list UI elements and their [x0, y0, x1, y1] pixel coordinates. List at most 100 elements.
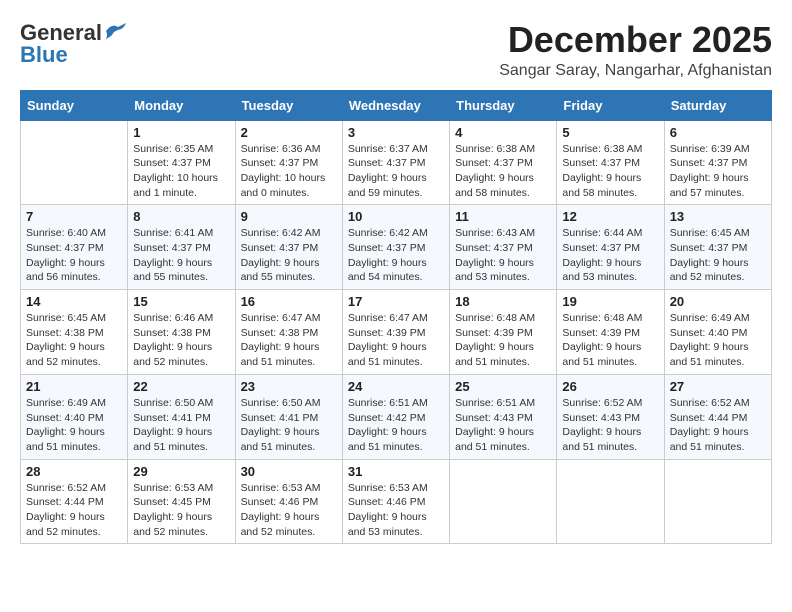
day-info: Sunrise: 6:48 AMSunset: 4:39 PMDaylight:… [562, 311, 658, 370]
day-info: Sunrise: 6:45 AMSunset: 4:37 PMDaylight:… [670, 226, 766, 285]
day-number: 6 [670, 125, 766, 140]
day-number: 19 [562, 294, 658, 309]
day-info: Sunrise: 6:53 AMSunset: 4:46 PMDaylight:… [241, 481, 337, 540]
calendar-cell: 6 Sunrise: 6:39 AMSunset: 4:37 PMDaylight… [664, 120, 771, 205]
day-number: 18 [455, 294, 551, 309]
day-info: Sunrise: 6:38 AMSunset: 4:37 PMDaylight:… [455, 142, 551, 201]
calendar-cell: 26 Sunrise: 6:52 AMSunset: 4:43 PMDayligh… [557, 374, 664, 459]
day-info: Sunrise: 6:42 AMSunset: 4:37 PMDaylight:… [348, 226, 444, 285]
calendar-cell: 20 Sunrise: 6:49 AMSunset: 4:40 PMDayligh… [664, 290, 771, 375]
day-info: Sunrise: 6:51 AMSunset: 4:43 PMDaylight:… [455, 396, 551, 455]
calendar-cell: 28Sunrise: 6:52 AMSunset: 4:44 PMDayligh… [21, 459, 128, 544]
weekday-header-wednesday: Wednesday [342, 90, 449, 120]
calendar-cell [557, 459, 664, 544]
day-info: Sunrise: 6:45 AMSunset: 4:38 PMDaylight:… [26, 311, 122, 370]
calendar-cell: 29 Sunrise: 6:53 AMSunset: 4:45 PMDayligh… [128, 459, 235, 544]
calendar-cell: 7 Sunrise: 6:40 AMSunset: 4:37 PMDaylight… [21, 205, 128, 290]
day-number: 30 [241, 464, 337, 479]
weekday-header-saturday: Saturday [664, 90, 771, 120]
calendar-cell: 27 Sunrise: 6:52 AMSunset: 4:44 PMDayligh… [664, 374, 771, 459]
day-number: 15 [133, 294, 229, 309]
day-info: Sunrise: 6:49 AMSunset: 4:40 PMDaylight:… [26, 396, 122, 455]
calendar-cell: 8 Sunrise: 6:41 AMSunset: 4:37 PMDaylight… [128, 205, 235, 290]
page-header: General Blue December 2025 Sangar Saray,… [20, 20, 772, 80]
day-number: 4 [455, 125, 551, 140]
calendar-week-row: 28Sunrise: 6:52 AMSunset: 4:44 PMDayligh… [21, 459, 772, 544]
day-info: Sunrise: 6:48 AMSunset: 4:39 PMDaylight:… [455, 311, 551, 370]
day-number: 2 [241, 125, 337, 140]
day-info: Sunrise: 6:37 AMSunset: 4:37 PMDaylight:… [348, 142, 444, 201]
day-info: Sunrise: 6:36 AMSunset: 4:37 PMDaylight:… [241, 142, 337, 201]
day-info: Sunrise: 6:52 AMSunset: 4:44 PMDaylight:… [670, 396, 766, 455]
calendar-cell: 11Sunrise: 6:43 AMSunset: 4:37 PMDayligh… [450, 205, 557, 290]
calendar-cell: 1 Sunrise: 6:35 AMSunset: 4:37 PMDaylight… [128, 120, 235, 205]
weekday-header-sunday: Sunday [21, 90, 128, 120]
day-info: Sunrise: 6:47 AMSunset: 4:39 PMDaylight:… [348, 311, 444, 370]
day-info: Sunrise: 6:53 AMSunset: 4:46 PMDaylight:… [348, 481, 444, 540]
day-number: 7 [26, 209, 122, 224]
day-number: 25 [455, 379, 551, 394]
day-info: Sunrise: 6:39 AMSunset: 4:37 PMDaylight:… [670, 142, 766, 201]
weekday-header-friday: Friday [557, 90, 664, 120]
calendar-cell: 21 Sunrise: 6:49 AMSunset: 4:40 PMDayligh… [21, 374, 128, 459]
day-info: Sunrise: 6:46 AMSunset: 4:38 PMDaylight:… [133, 311, 229, 370]
day-number: 13 [670, 209, 766, 224]
day-info: Sunrise: 6:47 AMSunset: 4:38 PMDaylight:… [241, 311, 337, 370]
calendar-cell: 14Sunrise: 6:45 AMSunset: 4:38 PMDayligh… [21, 290, 128, 375]
day-info: Sunrise: 6:35 AMSunset: 4:37 PMDaylight:… [133, 142, 229, 201]
day-info: Sunrise: 6:44 AMSunset: 4:37 PMDaylight:… [562, 226, 658, 285]
calendar-cell: 24 Sunrise: 6:51 AMSunset: 4:42 PMDayligh… [342, 374, 449, 459]
calendar-week-row: 1 Sunrise: 6:35 AMSunset: 4:37 PMDaylight… [21, 120, 772, 205]
calendar-cell: 30 Sunrise: 6:53 AMSunset: 4:46 PMDayligh… [235, 459, 342, 544]
day-info: Sunrise: 6:40 AMSunset: 4:37 PMDaylight:… [26, 226, 122, 285]
calendar-week-row: 7 Sunrise: 6:40 AMSunset: 4:37 PMDaylight… [21, 205, 772, 290]
title-area: December 2025 Sangar Saray, Nangarhar, A… [499, 20, 772, 80]
calendar-cell: 19 Sunrise: 6:48 AMSunset: 4:39 PMDayligh… [557, 290, 664, 375]
calendar-table: SundayMondayTuesdayWednesdayThursdayFrid… [20, 90, 772, 545]
day-info: Sunrise: 6:50 AMSunset: 4:41 PMDaylight:… [133, 396, 229, 455]
day-info: Sunrise: 6:53 AMSunset: 4:45 PMDaylight:… [133, 481, 229, 540]
calendar-cell: 16 Sunrise: 6:47 AMSunset: 4:38 PMDayligh… [235, 290, 342, 375]
day-number: 16 [241, 294, 337, 309]
calendar-cell: 31 Sunrise: 6:53 AMSunset: 4:46 PMDayligh… [342, 459, 449, 544]
calendar-cell: 13 Sunrise: 6:45 AMSunset: 4:37 PMDayligh… [664, 205, 771, 290]
day-number: 26 [562, 379, 658, 394]
day-number: 5 [562, 125, 658, 140]
month-title: December 2025 [499, 20, 772, 60]
calendar-cell [664, 459, 771, 544]
day-number: 1 [133, 125, 229, 140]
day-number: 3 [348, 125, 444, 140]
day-info: Sunrise: 6:41 AMSunset: 4:37 PMDaylight:… [133, 226, 229, 285]
day-number: 29 [133, 464, 229, 479]
day-number: 20 [670, 294, 766, 309]
day-info: Sunrise: 6:52 AMSunset: 4:43 PMDaylight:… [562, 396, 658, 455]
day-number: 27 [670, 379, 766, 394]
day-number: 17 [348, 294, 444, 309]
day-number: 31 [348, 464, 444, 479]
calendar-cell: 17 Sunrise: 6:47 AMSunset: 4:39 PMDayligh… [342, 290, 449, 375]
day-number: 24 [348, 379, 444, 394]
calendar-cell: 23Sunrise: 6:50 AMSunset: 4:41 PMDayligh… [235, 374, 342, 459]
day-info: Sunrise: 6:38 AMSunset: 4:37 PMDaylight:… [562, 142, 658, 201]
calendar-cell: 25 Sunrise: 6:51 AMSunset: 4:43 PMDayligh… [450, 374, 557, 459]
weekday-header-tuesday: Tuesday [235, 90, 342, 120]
day-number: 28 [26, 464, 122, 479]
calendar-cell: 22Sunrise: 6:50 AMSunset: 4:41 PMDayligh… [128, 374, 235, 459]
calendar-cell: 4 Sunrise: 6:38 AMSunset: 4:37 PMDaylight… [450, 120, 557, 205]
weekday-header-monday: Monday [128, 90, 235, 120]
day-info: Sunrise: 6:42 AMSunset: 4:37 PMDaylight:… [241, 226, 337, 285]
day-info: Sunrise: 6:49 AMSunset: 4:40 PMDaylight:… [670, 311, 766, 370]
calendar-cell [21, 120, 128, 205]
calendar-week-row: 21 Sunrise: 6:49 AMSunset: 4:40 PMDayligh… [21, 374, 772, 459]
logo-text-blue: Blue [20, 42, 68, 68]
day-number: 10 [348, 209, 444, 224]
weekday-header-row: SundayMondayTuesdayWednesdayThursdayFrid… [21, 90, 772, 120]
calendar-cell [450, 459, 557, 544]
day-number: 8 [133, 209, 229, 224]
weekday-header-thursday: Thursday [450, 90, 557, 120]
day-number: 11 [455, 209, 551, 224]
day-number: 21 [26, 379, 122, 394]
calendar-cell: 5 Sunrise: 6:38 AMSunset: 4:37 PMDaylight… [557, 120, 664, 205]
day-info: Sunrise: 6:51 AMSunset: 4:42 PMDaylight:… [348, 396, 444, 455]
location-title: Sangar Saray, Nangarhar, Afghanistan [499, 62, 772, 80]
